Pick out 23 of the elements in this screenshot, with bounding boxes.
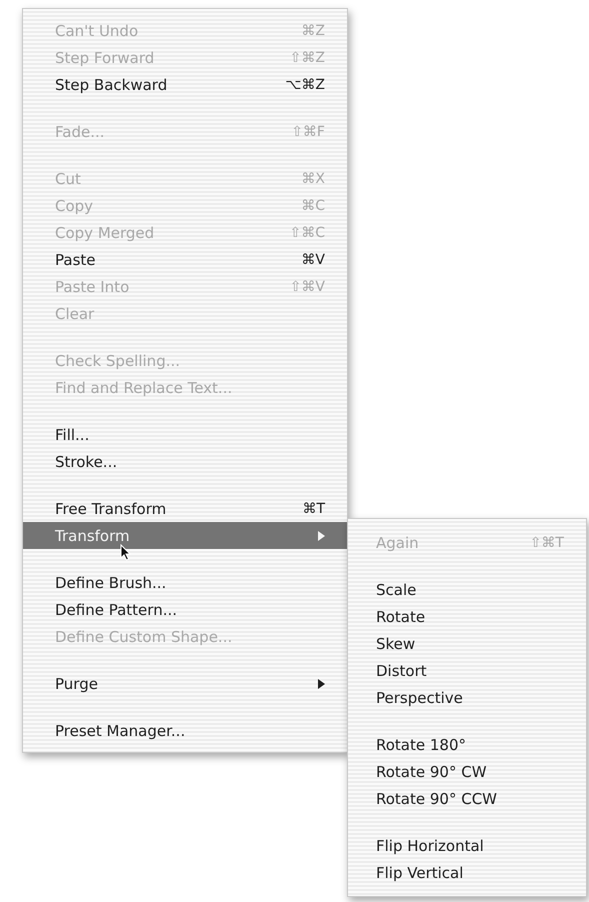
menu-item[interactable]: Scale: [348, 576, 586, 603]
menu-item[interactable]: Rotate 90° CCW: [348, 785, 586, 812]
menu-item[interactable]: Define Pattern...: [23, 596, 347, 623]
submenu-arrow-icon: [317, 678, 325, 688]
menu-item[interactable]: Flip Vertical: [348, 859, 586, 886]
menu-item[interactable]: Paste ⌘V: [23, 246, 347, 273]
menu-item[interactable]: Distort: [348, 657, 586, 684]
menu-item[interactable]: Rotate: [348, 603, 586, 630]
menu-item[interactable]: Fill...: [23, 421, 347, 448]
submenu-arrow-icon: [317, 530, 325, 540]
menu-item[interactable]: Stroke...: [23, 448, 347, 475]
menu-item[interactable]: Preset Manager...: [23, 717, 347, 744]
menu-item[interactable]: Transform: [23, 522, 347, 549]
menu-item[interactable]: Perspective: [348, 684, 586, 711]
menu-item[interactable]: Define Brush...: [23, 569, 347, 596]
menu-item[interactable]: Rotate 90° CW: [348, 758, 586, 785]
menu-item[interactable]: Free Transform ⌘T: [23, 495, 347, 522]
menu-item[interactable]: Flip Horizontal: [348, 832, 586, 859]
pointer-icon: [120, 544, 131, 561]
menu-item[interactable]: Step Backward ⌥⌘Z: [23, 71, 347, 98]
menu-item[interactable]: Skew: [348, 630, 586, 657]
menu-item[interactable]: Rotate 180°: [348, 731, 586, 758]
menu-item[interactable]: Purge: [23, 670, 347, 697]
